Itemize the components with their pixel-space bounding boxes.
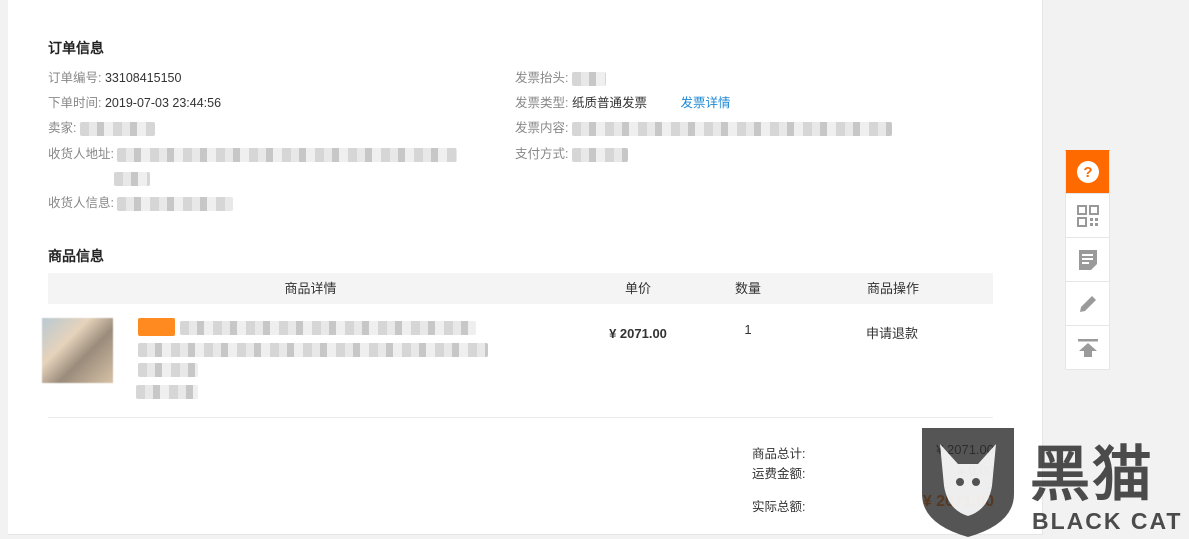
qrcode-icon bbox=[1076, 204, 1099, 227]
invoice-detail-link[interactable]: 发票详情 bbox=[680, 96, 730, 110]
receiver-label: 收货人信息: bbox=[48, 196, 114, 210]
refund-request-link[interactable]: 申请退款 bbox=[832, 323, 952, 342]
address-value-redacted-line2 bbox=[114, 171, 150, 186]
notes-button[interactable] bbox=[1065, 238, 1110, 282]
col-qty-header: 数量 bbox=[734, 281, 761, 296]
back-to-top-button[interactable] bbox=[1065, 326, 1110, 370]
help-button[interactable]: ? bbox=[1065, 150, 1110, 194]
address-value-redacted bbox=[117, 147, 458, 162]
invoice-title-redacted bbox=[571, 71, 606, 86]
notes-icon bbox=[1078, 249, 1097, 270]
product-thumbnail[interactable] bbox=[42, 318, 113, 383]
back-to-top-icon bbox=[1077, 338, 1098, 357]
product-sku-redacted bbox=[138, 362, 198, 377]
payment-label: 支付方式: bbox=[515, 147, 569, 161]
seller-row: 卖家: bbox=[48, 118, 155, 138]
receiver-row: 收货人信息: bbox=[48, 193, 234, 213]
edit-button[interactable] bbox=[1065, 282, 1110, 326]
help-icon: ? bbox=[1076, 161, 1099, 183]
goods-total-label: 商品总计: bbox=[752, 447, 806, 461]
order-number-label: 订单编号: bbox=[48, 71, 102, 85]
payment-row: 支付方式: bbox=[515, 144, 628, 164]
invoice-content-label: 发票内容: bbox=[515, 121, 569, 135]
address-row: 收货人地址: bbox=[48, 144, 458, 164]
product-title-redacted[interactable] bbox=[180, 320, 476, 335]
divider bbox=[48, 417, 993, 418]
address-label: 收货人地址: bbox=[48, 147, 114, 161]
order-number-row: 订单编号: 33108415150 bbox=[48, 68, 181, 88]
invoice-type-label: 发票类型: bbox=[515, 96, 569, 110]
order-time-row: 下单时间: 2019-07-03 23:44:56 bbox=[48, 93, 221, 113]
black-cat-logo-icon bbox=[922, 428, 1014, 537]
invoice-title-row: 发票抬头: bbox=[515, 68, 606, 88]
goods-info-title: 商品信息 bbox=[48, 248, 104, 264]
product-tag-badge bbox=[138, 318, 175, 336]
floating-toolbar: ? bbox=[1065, 150, 1110, 370]
shipping-label: 运费金额: bbox=[752, 467, 806, 481]
col-action-header: 商品操作 bbox=[866, 281, 919, 296]
invoice-type-row: 发票类型: 纸质普通发票 发票详情 bbox=[515, 93, 730, 113]
invoice-type-value: 纸质普通发票 bbox=[571, 96, 647, 110]
order-detail-card: 订单信息 订单编号: 33108415150 下单时间: 2019-07-03 … bbox=[8, 0, 1043, 535]
qrcode-button[interactable] bbox=[1065, 194, 1110, 238]
product-sku-redacted-line2 bbox=[136, 384, 198, 399]
actual-total-label: 实际总额: bbox=[752, 500, 806, 514]
col-detail-header: 商品详情 bbox=[284, 281, 337, 296]
unit-price: ¥ 2071.00 bbox=[609, 326, 667, 341]
seller-label: 卖家: bbox=[48, 121, 77, 135]
black-cat-watermark: 黑猫 BLACK CAT bbox=[918, 424, 1189, 539]
edit-icon bbox=[1079, 295, 1096, 312]
order-info-title: 订单信息 bbox=[48, 40, 104, 56]
receiver-value-redacted bbox=[117, 196, 234, 211]
goods-table-header: 商品详情 单价 数量 商品操作 bbox=[48, 273, 993, 304]
order-time-label: 下单时间: bbox=[48, 96, 102, 110]
watermark-en-text: BLACK CAT bbox=[1032, 508, 1183, 534]
order-time-value: 2019-07-03 23:44:56 bbox=[104, 96, 222, 110]
invoice-content-redacted bbox=[571, 121, 892, 136]
watermark-cn-text: 黑猫 bbox=[1030, 440, 1154, 510]
order-number-value: 33108415150 bbox=[104, 71, 182, 85]
payment-value-redacted bbox=[571, 147, 628, 162]
svg-text:?: ? bbox=[1083, 164, 1092, 181]
quantity: 1 bbox=[744, 322, 752, 337]
invoice-content-row: 发票内容: bbox=[515, 118, 892, 138]
invoice-title-label: 发票抬头: bbox=[515, 71, 569, 85]
seller-value-redacted bbox=[79, 121, 155, 136]
col-price-header: 单价 bbox=[624, 281, 651, 296]
product-title-redacted-line2 bbox=[138, 342, 488, 357]
